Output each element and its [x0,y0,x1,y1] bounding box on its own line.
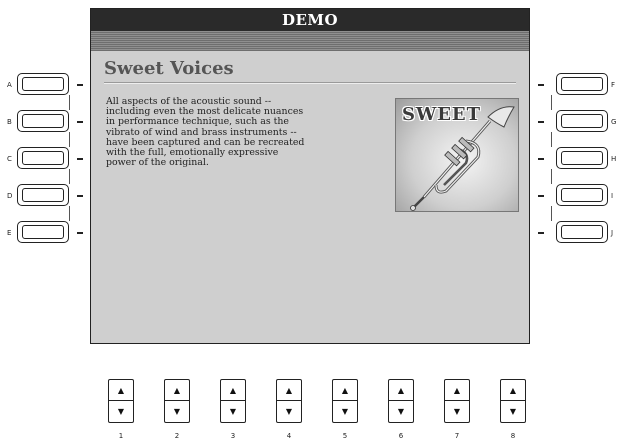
button-j-label: J [611,229,614,237]
connector [551,132,552,147]
bottom-button-4[interactable]: ▲ ▼ [276,379,302,423]
dash-a [77,84,83,86]
up-arrow-icon[interactable]: ▲ [501,380,525,401]
button-c-label: C [7,155,12,163]
bottom-button-number: 4 [286,432,292,440]
button-a-label: A [7,81,12,89]
up-arrow-icon[interactable]: ▲ [221,380,245,401]
connector [551,95,552,110]
dash-c [77,158,83,160]
screen-button-f[interactable] [556,73,608,95]
screen-button-g[interactable] [556,110,608,132]
dash-b [77,121,83,123]
lcd-screen: DEMO Sweet Voices All aspects of the aco… [90,8,530,344]
down-arrow-icon[interactable]: ▼ [501,401,525,422]
up-arrow-icon[interactable]: ▲ [389,380,413,401]
trumpet-image: SWEET [395,98,519,212]
bottom-button-6[interactable]: ▲ ▼ [388,379,414,423]
page-heading: Sweet Voices [104,58,234,79]
connector [69,132,70,147]
down-arrow-icon[interactable]: ▼ [277,401,301,422]
screen-button-d[interactable] [17,184,69,206]
up-arrow-icon[interactable]: ▲ [445,380,469,401]
dash-j [538,232,544,234]
bottom-button-number: 7 [454,432,460,440]
bottom-button-number: 8 [510,432,516,440]
connector [551,206,552,221]
screen-button-e[interactable] [17,221,69,243]
bottom-button-8[interactable]: ▲ ▼ [500,379,526,423]
down-arrow-icon[interactable]: ▼ [333,401,357,422]
title-stripe [91,31,529,51]
bottom-button-number: 2 [174,432,180,440]
bottom-button-3[interactable]: ▲ ▼ [220,379,246,423]
button-g-label: G [611,118,617,126]
dash-f [538,84,544,86]
screen-button-c[interactable] [17,147,69,169]
screen-title: DEMO [91,9,529,31]
screen-button-j[interactable] [556,221,608,243]
heading-divider-highlight [104,83,516,84]
connector [69,206,70,221]
connector [551,169,552,184]
up-arrow-icon[interactable]: ▲ [165,380,189,401]
down-arrow-icon[interactable]: ▼ [221,401,245,422]
description-text: All aspects of the acoustic sound -- inc… [106,96,305,169]
bottom-button-number: 1 [118,432,124,440]
screen-button-h[interactable] [556,147,608,169]
bottom-button-7[interactable]: ▲ ▼ [444,379,470,423]
screen-button-i[interactable] [556,184,608,206]
dash-d [77,195,83,197]
up-arrow-icon[interactable]: ▲ [333,380,357,401]
bottom-button-number: 6 [398,432,404,440]
dash-e [77,232,83,234]
dash-h [538,158,544,160]
up-arrow-icon[interactable]: ▲ [109,380,133,401]
button-f-label: F [611,81,616,89]
dash-g [538,121,544,123]
button-i-label: I [611,192,614,200]
connector [69,95,70,110]
screen-button-a[interactable] [17,73,69,95]
dash-i [538,195,544,197]
button-h-label: H [611,155,617,163]
bottom-button-1[interactable]: ▲ ▼ [108,379,134,423]
screen-button-b[interactable] [17,110,69,132]
connector [69,169,70,184]
bottom-button-number: 5 [342,432,348,440]
down-arrow-icon[interactable]: ▼ [389,401,413,422]
down-arrow-icon[interactable]: ▼ [165,401,189,422]
down-arrow-icon[interactable]: ▼ [445,401,469,422]
down-arrow-icon[interactable]: ▼ [109,401,133,422]
image-label: SWEET [402,104,482,125]
bottom-button-2[interactable]: ▲ ▼ [164,379,190,423]
bottom-button-5[interactable]: ▲ ▼ [332,379,358,423]
button-b-label: B [7,118,12,126]
button-d-label: D [7,192,13,200]
up-arrow-icon[interactable]: ▲ [277,380,301,401]
button-e-label: E [7,229,12,237]
bottom-button-number: 3 [230,432,236,440]
